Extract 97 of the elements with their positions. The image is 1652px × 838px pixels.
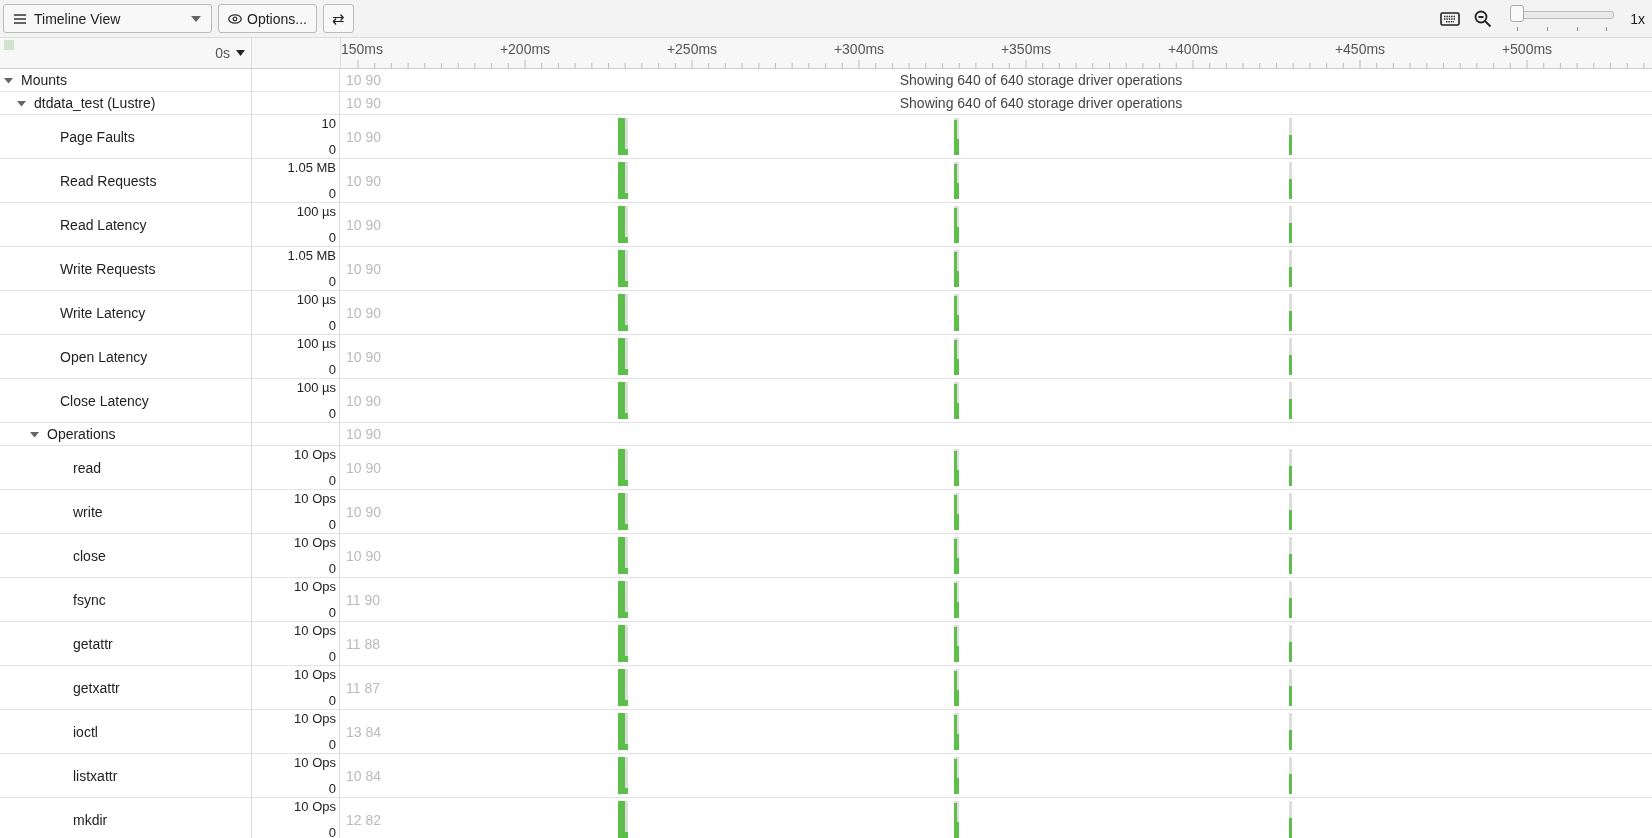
scale-max: 10 Ops <box>294 623 336 638</box>
scale-max: 10 Ops <box>294 711 336 726</box>
options-button[interactable]: Options... <box>218 4 317 33</box>
scale-max: 1.05 MB <box>287 160 336 175</box>
keyboard-icon[interactable] <box>1440 11 1461 26</box>
scale-max: 100 µs <box>296 204 336 219</box>
tree-label[interactable]: read <box>73 459 102 476</box>
ruler-label: +200ms <box>499 41 551 57</box>
status-message: Showing 640 of 640 storage driver operations <box>898 72 1183 88</box>
scale-min: 0 <box>328 274 336 289</box>
count-label: 10 90 <box>346 172 382 189</box>
caret-icon <box>191 15 201 22</box>
expand-toggle-icon[interactable] <box>30 429 39 439</box>
count-label: 10 90 <box>346 348 382 365</box>
scale-max: 10 Ops <box>294 535 336 550</box>
tree-label[interactable]: Operations <box>47 426 116 442</box>
zoom-slider[interactable] <box>1510 3 1615 34</box>
caret-icon <box>236 50 245 56</box>
count-label: 11 88 <box>346 635 380 652</box>
scale-max: 100 µs <box>296 380 336 395</box>
scale-min: 0 <box>328 605 336 620</box>
color-swatch <box>4 40 14 50</box>
tree-label[interactable]: dtdata_test (Lustre) <box>34 95 156 111</box>
count-label: 10 90 <box>346 392 382 409</box>
time-dropdown[interactable]: 0s <box>209 45 251 61</box>
scale-max: 100 µs <box>296 336 336 351</box>
scale-min: 0 <box>328 142 336 157</box>
swap-button[interactable]: ⇄ <box>322 4 354 33</box>
scale-min: 0 <box>328 318 336 333</box>
count-label: 10 90 <box>346 128 382 145</box>
scale-max: 1.05 MB <box>287 248 336 263</box>
count-label: 10 90 <box>346 503 382 520</box>
scale-max: 10 Ops <box>294 447 336 462</box>
eye-icon <box>228 13 242 24</box>
zoom-out-icon[interactable] <box>1474 9 1493 28</box>
scale-min: 0 <box>328 186 336 201</box>
count-label: 12 82 <box>346 811 382 828</box>
scale-max: 10 Ops <box>294 491 336 506</box>
ruler-label: +350ms <box>1000 41 1052 57</box>
tree-label[interactable]: mkdir <box>73 811 108 828</box>
tree-label[interactable]: write <box>73 503 103 520</box>
ruler-label: +300ms <box>833 41 885 57</box>
tree-label[interactable]: Write Requests <box>60 260 156 277</box>
scale-min: 0 <box>328 561 336 576</box>
count-label: 13 84 <box>346 723 382 740</box>
count-label: 11 87 <box>346 679 380 696</box>
scale-min: 0 <box>328 825 336 838</box>
count-label: 10 90 <box>346 547 382 564</box>
tree-label[interactable]: Page Faults <box>60 128 135 145</box>
tree-label[interactable]: close <box>73 547 106 564</box>
tree-label[interactable]: Open Latency <box>60 348 148 365</box>
scale-max: 10 Ops <box>294 579 336 594</box>
menu-icon <box>14 13 26 24</box>
scale-min: 0 <box>328 781 336 796</box>
ruler-label: +450ms <box>1334 41 1386 57</box>
scale-min: 0 <box>328 649 336 664</box>
ruler-label: +400ms <box>1167 41 1219 57</box>
tree-label[interactable]: fsync <box>73 591 106 608</box>
count-label: 10 90 <box>346 72 382 88</box>
scale-min: 0 <box>328 406 336 421</box>
tree-label[interactable]: ioctl <box>73 723 98 740</box>
scale-max: 100 µs <box>296 292 336 307</box>
scale-min: 0 <box>328 737 336 752</box>
slider-thumb[interactable] <box>1510 4 1525 22</box>
ruler-label: +500ms <box>1501 41 1553 57</box>
zoom-reading: 1x <box>1630 10 1645 27</box>
tree-label[interactable]: Write Latency <box>60 304 146 321</box>
tree-label[interactable]: listxattr <box>73 767 118 784</box>
expand-toggle-icon[interactable] <box>4 75 13 85</box>
tree-label[interactable]: getxattr <box>73 679 120 696</box>
count-label: 10 90 <box>346 304 382 321</box>
scale-min: 0 <box>328 362 336 377</box>
status-message: Showing 640 of 640 storage driver operations <box>898 95 1183 111</box>
tree-label[interactable]: Read Latency <box>60 216 147 233</box>
ruler-label: 150ms <box>341 41 384 57</box>
scale-max: 10 Ops <box>294 799 336 814</box>
tree-label[interactable]: Read Requests <box>60 172 157 189</box>
scale-max: 10 Ops <box>294 667 336 682</box>
count-label: 11 90 <box>346 591 380 608</box>
scale-min: 0 <box>328 230 336 245</box>
scale-min: 0 <box>328 517 336 532</box>
tree-label[interactable]: Mounts <box>21 72 67 88</box>
tree-label[interactable]: Close Latency <box>60 392 149 409</box>
scale-max: 10 <box>321 116 336 131</box>
scale-min: 0 <box>328 473 336 488</box>
expand-toggle-icon[interactable] <box>17 98 26 108</box>
tree-label[interactable]: getattr <box>73 635 113 652</box>
view-select[interactable]: Timeline View <box>3 4 212 33</box>
count-label: 10 90 <box>346 216 382 233</box>
count-label: 10 90 <box>346 459 382 476</box>
count-label: 10 90 <box>346 95 382 111</box>
count-label: 10 90 <box>346 426 382 442</box>
ruler-label: +250ms <box>666 41 718 57</box>
scale-min: 0 <box>328 693 336 708</box>
count-label: 10 90 <box>346 260 382 277</box>
scale-max: 10 Ops <box>294 755 336 770</box>
count-label: 10 84 <box>346 767 382 784</box>
